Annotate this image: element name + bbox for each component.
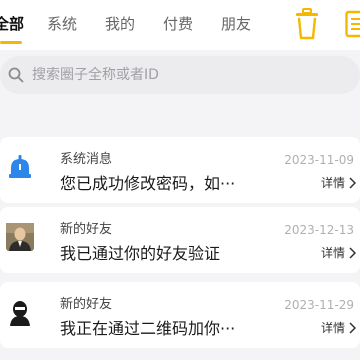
trash-icon[interactable]	[294, 8, 320, 44]
tab-all[interactable]: 全部	[0, 13, 24, 34]
message-title: 新的好友	[60, 222, 113, 237]
chevron-right-icon	[349, 246, 356, 259]
message-card[interactable]: 系统消息 您已成功修改密码，如··· 2023-11-09 详情	[0, 137, 360, 203]
search-input[interactable]	[32, 60, 350, 90]
message-card[interactable]: 新的好友 我已通过你的好友验证 2023-12-13 详情	[0, 207, 360, 273]
search-bar	[0, 56, 360, 94]
detail-link[interactable]: 详情	[321, 244, 356, 261]
detail-label: 详情	[320, 176, 345, 190]
chevron-right-icon	[349, 321, 356, 334]
message-title: 新的好友	[60, 297, 113, 312]
active-tab-indicator	[0, 41, 22, 44]
message-date: 2023-12-13	[284, 223, 354, 237]
detail-link[interactable]: 详情	[321, 319, 356, 336]
tab-friends[interactable]: 朋友	[221, 13, 251, 34]
message-date: 2023-11-09	[284, 153, 354, 167]
message-preview: 您已成功修改密码，如···	[60, 174, 236, 193]
message-title: 系统消息	[60, 152, 113, 167]
message-preview: 我已通过你的好友验证	[60, 244, 221, 263]
detail-label: 详情	[320, 246, 345, 260]
list-icon[interactable]	[345, 8, 360, 44]
bell-icon	[6, 153, 34, 181]
tab-mine[interactable]: 我的	[105, 13, 135, 34]
detail-label: 详情	[320, 321, 345, 335]
avatar	[6, 298, 34, 326]
tab-bar: 全部 系统 我的 付费 朋友	[0, 0, 360, 50]
message-date: 2023-11-29	[284, 298, 354, 312]
chevron-right-icon	[349, 176, 356, 189]
message-preview: 我正在通过二维码加你···	[60, 319, 236, 338]
tab-system[interactable]: 系统	[47, 13, 77, 34]
detail-link[interactable]: 详情	[321, 174, 356, 191]
avatar	[6, 223, 34, 251]
message-card[interactable]: 新的好友 我正在通过二维码加你··· 2023-11-29 详情	[0, 282, 360, 348]
tab-paid[interactable]: 付费	[163, 13, 193, 34]
search-icon	[8, 67, 24, 87]
